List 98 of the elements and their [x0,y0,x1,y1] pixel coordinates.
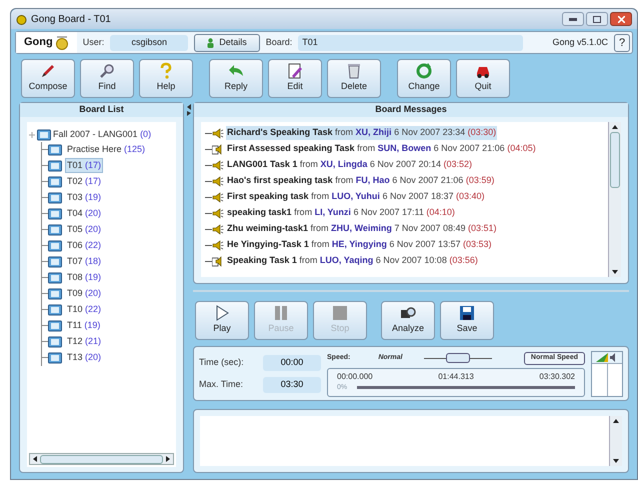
marked-speaker-icon [212,144,224,154]
tree-item[interactable]: T09 (20) [65,286,104,302]
edit-document-icon [286,62,304,80]
volume-icon [596,352,618,362]
toolbar-button[interactable]: Help [139,58,193,98]
toolbar-button[interactable]: Reply [209,58,263,98]
minimize-button[interactable] [562,12,584,26]
board-icon [48,176,62,188]
gong-logo-text: Gong [24,35,53,50]
refresh-arrows-icon [415,62,433,80]
speed-slider[interactable] [424,353,492,363]
gong-logo-icon [54,36,69,50]
tree-item[interactable]: T10 (22) [65,302,104,318]
tree-item[interactable]: T02 (17) [65,174,104,190]
board-field[interactable]: T01 [298,34,524,50]
player-button[interactable]: Play [195,300,249,340]
board-icon [48,160,62,172]
vertical-scrollbar[interactable] [609,416,622,466]
message-item[interactable]: speaking task1 from LI, Yunzi 6 Nov 2007 17:11 (04:10) [226,206,456,220]
marked-speaker-icon [212,256,224,266]
tree-item[interactable]: T11 (19) [65,318,102,334]
timeline-start: 00:00.000 [337,370,373,382]
board-icon [48,288,62,300]
board-icon [48,240,62,252]
arrow-down-icon[interactable] [613,458,619,464]
close-button[interactable] [610,12,632,26]
tree-item[interactable]: T03 (19) [65,190,104,206]
magnifier-icon [98,62,116,80]
tree-item[interactable]: T01 (17) [65,158,104,174]
maximize-button[interactable] [586,12,608,26]
horizontal-scrollbar[interactable] [29,453,174,465]
arrow-up-icon[interactable] [613,418,619,424]
player-button[interactable]: Save [440,300,494,340]
arrow-left-icon[interactable] [32,456,38,462]
splitter-arrows-icon[interactable] [186,104,191,116]
version-text: Gong v5.1.0C [552,36,608,49]
close-icon [618,16,624,22]
arrow-right-icon[interactable] [165,456,172,462]
minimize-icon [569,18,577,20]
tree-item[interactable]: Fall 2007 - LANG001 (0) [53,128,152,142]
board-icon [48,304,62,316]
time-label: Time (sec): [199,356,245,369]
panel-title: Board List [20,103,184,117]
gong-app-icon [16,14,27,24]
message-item[interactable]: Speaking Task 1 from LUO, Yaqing 6 Nov 2007 10:08 (03:56) [226,254,479,268]
toolbar-button[interactable]: Compose [21,58,75,98]
time-value: 00:00 [263,354,321,370]
stop-icon [331,304,349,322]
trash-can-icon [345,62,363,80]
help-button[interactable]: ? [614,34,630,52]
message-item[interactable]: Richard's Speaking Task from XU, Zhiji 6 Nov 2007 23:34 (03:30) [226,126,498,140]
slider-thumb[interactable] [446,353,470,363]
max-time-label: Max. Time: [199,378,244,391]
tree-item[interactable]: T04 (20) [65,206,104,222]
panel-title: Board Messages [194,103,628,117]
message-item[interactable]: He Yingying-Task 1 from HE, Yingying 6 Nov 2007 13:57 (03:53) [226,238,493,252]
toolbar-button[interactable]: Delete [327,58,381,98]
max-time-value: 03:30 [263,376,321,392]
timeline-end: 03:30.302 [539,370,575,382]
arrow-down-icon[interactable] [612,269,618,275]
message-item[interactable]: Hao's first speaking task from FU, Hao 6 Nov 2007 21:06 (03:59) [226,174,496,188]
window-title: Gong Board - T01 [31,12,111,26]
player-button[interactable]: Analyze [381,300,435,340]
tree-item[interactable]: T13 (20) [65,350,104,366]
tree-item[interactable]: T08 (19) [65,270,104,286]
message-item[interactable]: First Assessed speaking Task from SUN, Bowen 6 Nov 2007 21:06 (04:05) [226,142,537,156]
maximize-icon [593,16,601,22]
timeline-middle: 01:44.313 [438,370,474,382]
vertical-scrollbar[interactable] [608,122,621,277]
pause-icon [272,304,290,322]
details-button[interactable]: Details [194,34,260,52]
user-label: User: [82,36,104,49]
tree-item[interactable]: T12 (21) [65,334,104,350]
board-icon [37,128,51,141]
person-icon [207,38,214,48]
board-icon [48,336,62,348]
tree-item[interactable]: T05 (20) [65,222,104,238]
tree-item[interactable]: T06 (22) [65,238,104,254]
board-icon [48,320,62,332]
message-item[interactable]: LANG001 Task 1 from XU, Lingda 6 Nov 2007 20:14 (03:52) [226,158,474,172]
board-icon [48,192,62,204]
board-icon [48,272,62,284]
toolbar-button[interactable]: Change [397,58,451,98]
board-icon [48,208,62,220]
message-item[interactable]: Zhu weiming-task1 from ZHU, Weiming 7 Nov 2007 08:49 (03:51) [226,222,498,236]
user-field[interactable]: csgibson [110,34,188,50]
board-label: Board: [266,36,292,49]
toolbar-button[interactable]: Find [80,58,134,98]
toolbar-button[interactable]: Edit [268,58,322,98]
board-icon [48,352,62,364]
tree-item[interactable]: T07 (18) [65,254,104,270]
arrow-up-icon[interactable] [612,124,618,130]
board-icon [48,256,62,268]
board-icon [48,224,62,236]
message-item[interactable]: First speaking task from LUO, Yuhui 6 Nov 2007 18:37 (03:40) [226,190,486,204]
board-icon [48,144,62,156]
tree-item[interactable]: Practise Here (125) [65,142,148,158]
toolbar-button[interactable]: Quit [456,58,510,98]
